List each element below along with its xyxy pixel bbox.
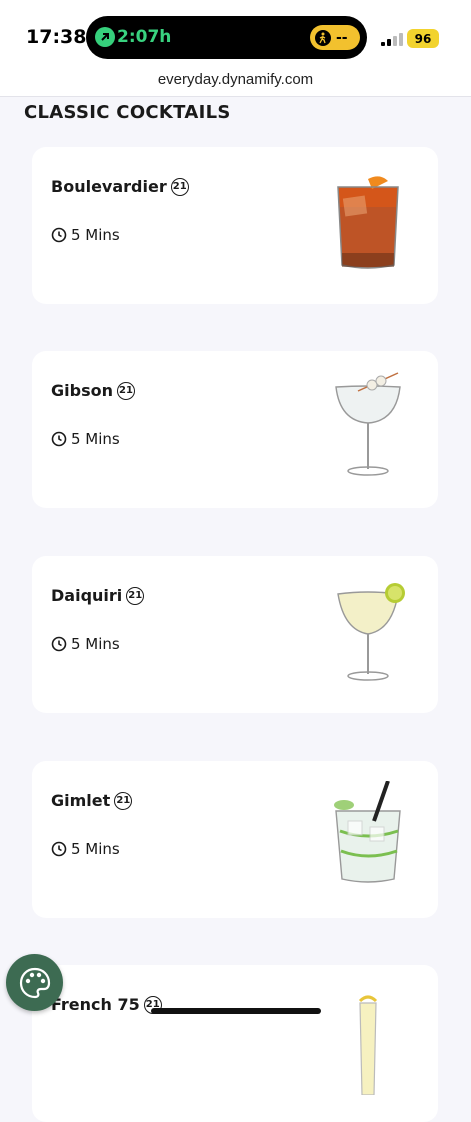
cocktail-card[interactable]: French 75 21 <box>32 965 438 1122</box>
cocktail-name: French 75 <box>51 995 140 1014</box>
palette-icon <box>19 967 50 998</box>
status-bar: 17:38 2:07h -- 96 <box>0 0 471 68</box>
prep-time: 5 Mins <box>71 840 120 858</box>
cocktail-image <box>358 995 378 1095</box>
cocktail-name: Daiquiri <box>51 586 123 605</box>
age-21-badge: 21 <box>170 177 189 196</box>
age-21-badge: 21 <box>116 381 135 400</box>
home-indicator[interactable] <box>151 1008 321 1014</box>
clock-icon <box>51 431 67 447</box>
prep-time: 5 Mins <box>71 226 120 244</box>
section-title: CLASSIC COCKTAILS <box>24 102 231 123</box>
cocktail-name: Gimlet <box>51 791 111 810</box>
age-21-badge: 21 <box>114 791 133 810</box>
walking-icon <box>315 29 331 46</box>
activity-pill: -- <box>310 25 360 50</box>
clock-icon <box>51 636 67 652</box>
prep-time: 5 Mins <box>71 430 120 448</box>
cocktail-card[interactable]: Boulevardier 21 5 Mins <box>32 147 438 304</box>
activity-status: -- <box>336 29 348 46</box>
cocktail-card[interactable]: Gibson 21 5 Mins <box>32 351 438 508</box>
battery-indicator: 96 <box>407 29 439 48</box>
prep-time: 5 Mins <box>71 635 120 653</box>
cocktail-image <box>337 176 399 269</box>
cocktail-name: Gibson <box>51 381 113 400</box>
signal-icon <box>381 33 403 46</box>
url-text[interactable]: everyday.dynamify.com <box>0 71 471 88</box>
clock-icon <box>51 841 67 857</box>
age-21-badge: 21 <box>126 586 145 605</box>
cocktail-image <box>335 372 401 476</box>
clock-icon <box>51 227 67 243</box>
cocktail-name: Boulevardier <box>51 177 167 196</box>
palette-button[interactable] <box>6 954 63 1011</box>
dynamic-island[interactable]: 2:07h -- <box>86 16 367 59</box>
live-activity-timer: 2:07h <box>117 27 172 47</box>
arrow-up-right-icon <box>95 27 115 47</box>
status-time: 17:38 <box>26 26 87 48</box>
cocktail-card[interactable]: Gimlet 21 5 Mins <box>32 761 438 918</box>
cocktail-image <box>334 781 401 883</box>
cocktail-card[interactable]: Daiquiri 21 5 Mins <box>32 556 438 713</box>
cocktail-image <box>337 583 405 681</box>
